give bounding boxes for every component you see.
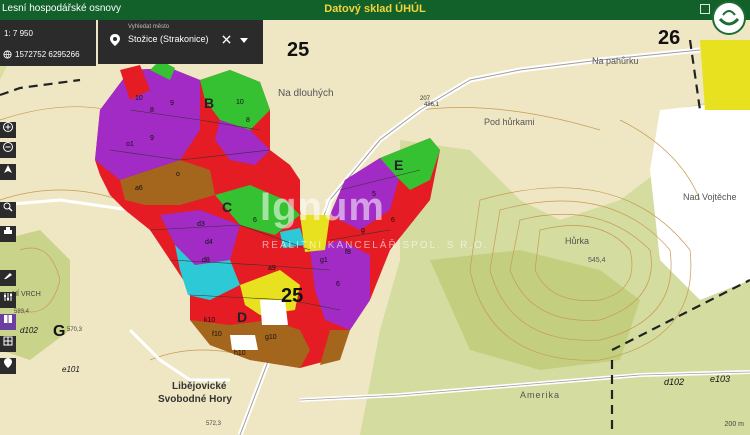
magnifier-icon: [3, 202, 13, 212]
place-label-na-dlouhych: Na dlouhých: [278, 88, 334, 99]
stand-code-e103: e103: [710, 374, 730, 384]
svg-text:a6: a6: [135, 185, 143, 192]
stand-code-e101: e101: [62, 365, 80, 374]
sliders-icon: [4, 293, 12, 301]
location-button[interactable]: [0, 358, 16, 374]
stand-code-d102-right: d102: [664, 377, 684, 387]
measure-button[interactable]: [0, 270, 16, 286]
elevation-583: 583,4: [14, 309, 30, 315]
grid-number-25-center: 25: [281, 285, 303, 307]
pencil-icon: [4, 273, 12, 279]
minus-icon: [3, 142, 13, 152]
legend-button[interactable]: [0, 314, 16, 330]
printer-icon: [4, 227, 12, 234]
logo-emblem-icon: [718, 10, 740, 26]
svg-text:6: 6: [391, 217, 395, 224]
svg-text:d3: d3: [197, 221, 205, 228]
elevation-572: 572,3: [206, 421, 222, 427]
svg-text:k10: k10: [204, 317, 215, 324]
svg-text:g10: g10: [265, 334, 277, 341]
book-icon: [4, 315, 12, 323]
chevron-down-icon[interactable]: [240, 38, 248, 43]
map-scale-readout: 1: 7 950: [4, 29, 33, 38]
place-label-na-pahurku: Na pahůrku: [592, 56, 639, 66]
uhul-logo: [712, 1, 746, 35]
map-marker-icon: [4, 358, 12, 368]
svg-text:a9: a9: [268, 265, 276, 272]
elevation-545: 545,4: [588, 257, 606, 264]
place-label-amerika: Amerika: [520, 390, 560, 400]
print-button[interactable]: [0, 226, 16, 242]
coordinate-readout: 1572752 6295266: [3, 50, 80, 59]
stand-letter-g: G: [53, 323, 65, 340]
svg-text:d4: d4: [205, 239, 213, 246]
app-title: Lesní hospodářské osnovy: [2, 3, 121, 14]
plus-icon: [3, 122, 13, 132]
search-placeholder: Vyhledat město: [128, 24, 170, 30]
place-label-ni-vrch: NÍ VRCH: [12, 289, 41, 298]
elevation-207: 207: [420, 96, 431, 102]
stand-letter-d: D: [237, 309, 247, 325]
stand-letter-c: C: [222, 199, 232, 215]
svg-text:9: 9: [150, 135, 154, 142]
grid-number-26: 26: [658, 27, 680, 49]
svg-text:8: 8: [246, 117, 250, 124]
coordinate-value: 1572752 6295266: [15, 50, 80, 59]
table-view-button[interactable]: [0, 336, 16, 352]
place-label-pod-hurkami: Pod hůrkami: [484, 117, 535, 127]
app-header: Lesní hospodářské osnovy Datový sklad ÚH…: [0, 0, 750, 20]
svg-text:f10: f10: [212, 331, 222, 338]
svg-text:6: 6: [253, 217, 257, 224]
watermark-logo-text: Ignum: [260, 185, 385, 229]
watermark-subtitle: REALITNÍ KANCELÁŘ SPOL. S R.O.: [262, 240, 489, 251]
zoom-out-button[interactable]: [0, 142, 16, 158]
location-pin-icon: [110, 34, 120, 49]
elevation-570: 570,3: [67, 327, 83, 333]
svg-text:6: 6: [336, 281, 340, 288]
globe-icon: [3, 50, 12, 59]
place-label-hurka: Hůrka: [565, 236, 589, 246]
elevation-486: 486,1: [424, 102, 440, 108]
svg-text:h10: h10: [234, 350, 246, 357]
svg-text:o: o: [176, 171, 180, 178]
compass-arrow-icon: [4, 165, 12, 173]
clear-search-icon[interactable]: [222, 35, 231, 44]
svg-text:10: 10: [135, 95, 143, 102]
svg-text:d8: d8: [202, 257, 210, 264]
stand-letter-b: B: [204, 95, 214, 111]
table-icon: [3, 336, 13, 346]
svg-text:10: 10: [236, 99, 244, 106]
map-scale-bar: 200 m: [724, 421, 744, 428]
place-label-libejovicke: Libějovické: [172, 381, 227, 392]
zoom-to-area-button[interactable]: [0, 202, 16, 218]
map-info-panel: 1: 7 950 1572752 6295266: [0, 20, 96, 66]
place-label-svobodne-hory: Svobodné Hory: [158, 394, 232, 405]
svg-text:g1: g1: [320, 257, 328, 264]
search-input[interactable]: Stožice (Strakonice): [128, 34, 209, 44]
city-search[interactable]: Vyhledat město Stožice (Strakonice): [98, 20, 263, 64]
svg-text:8: 8: [150, 107, 154, 114]
grid-number-25-top: 25: [287, 39, 309, 61]
stand-letter-e: E: [394, 157, 403, 173]
svg-text:9: 9: [170, 100, 174, 107]
svg-text:o1: o1: [126, 141, 134, 148]
place-label-nad-vojteche: Nad Vojtěche: [683, 192, 737, 202]
compass-button[interactable]: [0, 164, 16, 180]
zoom-in-button[interactable]: [0, 122, 16, 138]
forest-yellow-26: [700, 40, 750, 110]
window-restore-icon[interactable]: [700, 4, 710, 14]
stand-code-d102-left: d102: [20, 326, 38, 335]
layers-settings-button[interactable]: [0, 292, 16, 308]
